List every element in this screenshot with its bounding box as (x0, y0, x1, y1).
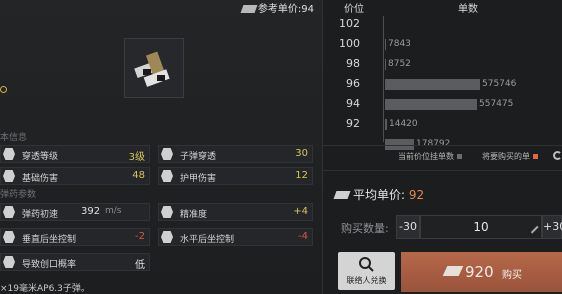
decrease-quantity-button[interactable]: -30 (396, 215, 420, 239)
stat-row: 基础伤害 48 (0, 167, 150, 185)
chart-axis (383, 16, 384, 142)
stat-row: 子弹穿透 30 (158, 145, 313, 163)
price-level: 98 (346, 57, 360, 70)
velocity-icon (3, 206, 15, 218)
price-level: 92 (346, 117, 360, 130)
ammo-icon (134, 51, 170, 87)
stat-value: +4 (293, 206, 308, 217)
stat-label: 基础伤害 (22, 174, 59, 184)
quantity-bar (385, 59, 386, 70)
bullet-penetration-icon (161, 148, 173, 160)
reference-price: 参考单价:94 (240, 0, 314, 15)
legend-current: 当前价位挂单数 (398, 151, 462, 162)
quantity-input[interactable]: 10 (420, 215, 542, 239)
quantity-value: 14420 (389, 119, 418, 129)
stat-label: 导致创口概率 (22, 260, 77, 270)
quantity-bar (385, 79, 480, 90)
stat-row: 穿透等级 3级 (0, 145, 150, 163)
favorite-star-icon[interactable] (0, 86, 7, 93)
stat-row: 精准度 +4 (158, 203, 313, 221)
section-ammo-title: 弹药参数 (0, 190, 37, 200)
stat-value: 48 (132, 170, 145, 181)
damage-icon (3, 170, 15, 182)
stat-value: 低 (135, 260, 145, 271)
buy-button[interactable]: 920 购买 (401, 252, 562, 292)
armor-damage-icon (161, 170, 173, 182)
legend-swatch (533, 154, 538, 159)
stat-value: 392 (81, 206, 101, 217)
stat-label: 子弹穿透 (180, 152, 217, 162)
quantity-label: 购买数量: (341, 222, 389, 235)
divider (323, 145, 562, 146)
stat-value: 3级 (128, 152, 145, 163)
item-description: ×19毫米AP6.3子弹。 (0, 284, 90, 294)
stat-label: 水平后坐控制 (180, 235, 235, 245)
price-level: 102 (339, 17, 360, 30)
contact-exchange-button[interactable]: 联络人兑换 (338, 252, 395, 290)
price-level: 96 (346, 77, 360, 90)
quantity-value: 557475 (479, 99, 514, 109)
item-image (124, 38, 184, 98)
divider (323, 170, 562, 171)
stat-label: 垂直后坐控制 (22, 235, 77, 245)
wound-icon (3, 256, 15, 268)
quantity-value: 575746 (482, 79, 517, 89)
increase-quantity-button[interactable]: +30 (542, 215, 562, 239)
quantity-bar (385, 39, 386, 50)
money-icon (240, 5, 258, 13)
stat-label: 精准度 (180, 210, 208, 220)
stat-label: 护甲伤害 (180, 174, 217, 184)
stat-unit: m/s (105, 206, 122, 216)
penetration-icon (3, 148, 15, 160)
stat-row: 导致创口概率 低 (0, 253, 150, 271)
money-icon (333, 191, 351, 199)
quantity-value: 8752 (388, 59, 411, 69)
stat-label: 弹药初速 (22, 210, 59, 220)
price-level: 94 (346, 97, 360, 110)
price-level: 100 (339, 37, 360, 50)
col-qty-header: 单数 (458, 4, 478, 15)
stat-value: -4 (298, 231, 308, 242)
quantity-value: 178792 (416, 139, 451, 149)
stat-row: 水平后坐控制 -4 (158, 228, 313, 246)
quantity-bar (385, 119, 387, 130)
section-basic-title: 本信息 (0, 133, 28, 143)
average-price: 平均单价: 92 (333, 186, 424, 203)
horizontal-recoil-icon (161, 231, 173, 243)
quantity-bar (385, 99, 477, 110)
stat-row: 弹药初速 392 m/s (0, 203, 150, 221)
quantity-value: 7843 (388, 39, 411, 49)
accuracy-icon (161, 206, 173, 218)
stat-label: 穿透等级 (22, 152, 59, 162)
stat-value: 30 (295, 148, 308, 159)
stat-row: 护甲伤害 12 (158, 167, 313, 185)
col-price-header: 价位 (344, 4, 364, 15)
money-icon (442, 266, 464, 276)
search-icon (359, 257, 374, 272)
legend-buy: 将要购买的单 (482, 151, 538, 162)
stat-value: 12 (295, 170, 308, 181)
stat-row: 垂直后坐控制 -2 (0, 228, 150, 246)
refresh-icon[interactable] (553, 151, 562, 160)
vertical-recoil-icon (3, 231, 15, 243)
legend-swatch (457, 154, 462, 159)
stat-value: -2 (135, 231, 145, 242)
